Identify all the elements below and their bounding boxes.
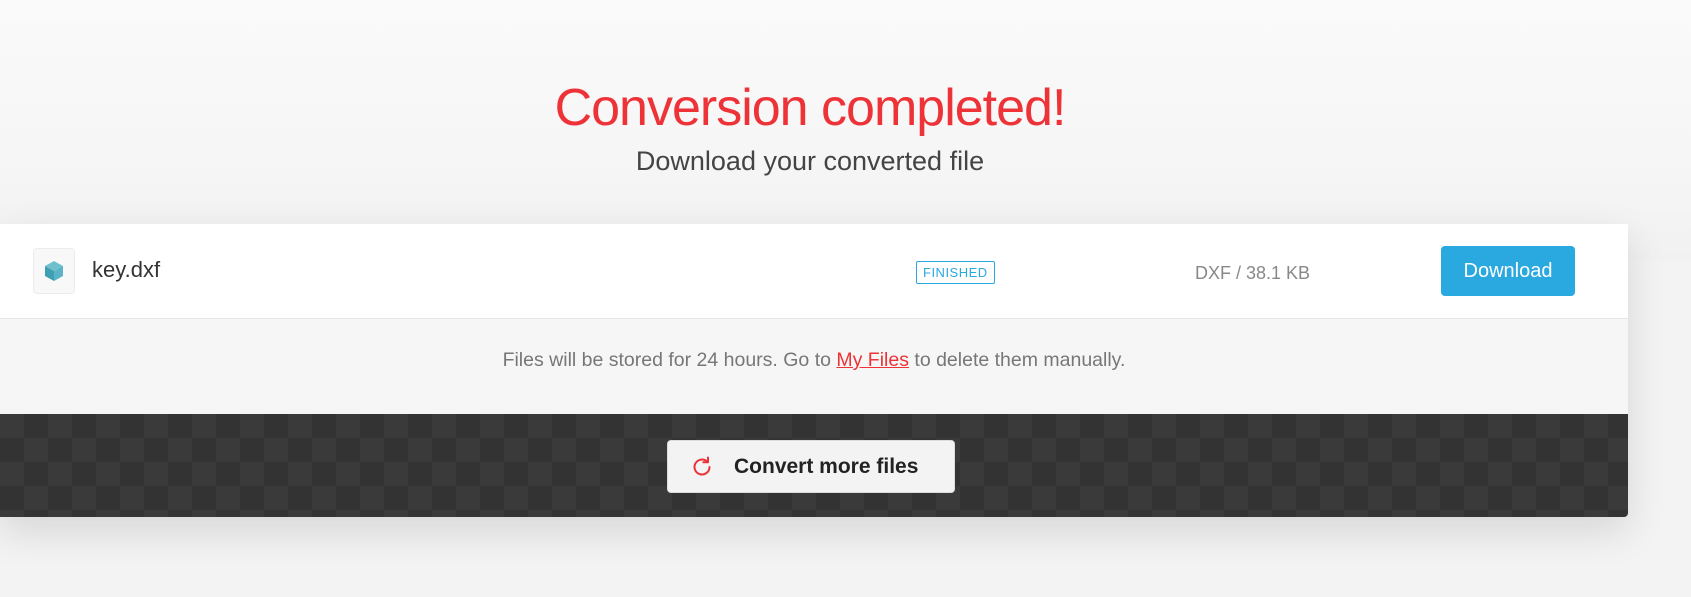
convert-more-label: Convert more files bbox=[734, 454, 919, 478]
refresh-icon bbox=[693, 456, 711, 475]
convert-more-bar: Convert more files bbox=[0, 414, 1628, 517]
page-subtitle: Download your converted file bbox=[635, 146, 985, 176]
storage-notice: Files will be stored for 24 hours. Go to… bbox=[0, 319, 1628, 414]
convert-more-files-button[interactable]: Convert more files bbox=[667, 440, 955, 493]
file-format-size: DXF / 38.1 KB bbox=[1195, 263, 1311, 283]
status-badge: FINISHED bbox=[916, 261, 995, 284]
notice-prefix: Files will be stored for 24 hours. Go to bbox=[502, 349, 837, 371]
download-button[interactable]: Download bbox=[1441, 246, 1575, 296]
cube-icon bbox=[45, 261, 63, 281]
result-card: key.dxf FINISHED DXF / 38.1 KB Download … bbox=[0, 224, 1628, 517]
notice-suffix: to delete them manually. bbox=[908, 349, 1126, 371]
my-files-link[interactable]: My Files bbox=[836, 349, 909, 371]
file-name: key.dxf bbox=[92, 257, 161, 282]
page-title: Conversion completed! bbox=[554, 79, 1067, 137]
file-type-icon bbox=[33, 248, 75, 294]
file-row: key.dxf FINISHED DXF / 38.1 KB Download bbox=[0, 224, 1628, 319]
hero-section: Conversion completed! Download your conv… bbox=[0, 0, 1691, 260]
